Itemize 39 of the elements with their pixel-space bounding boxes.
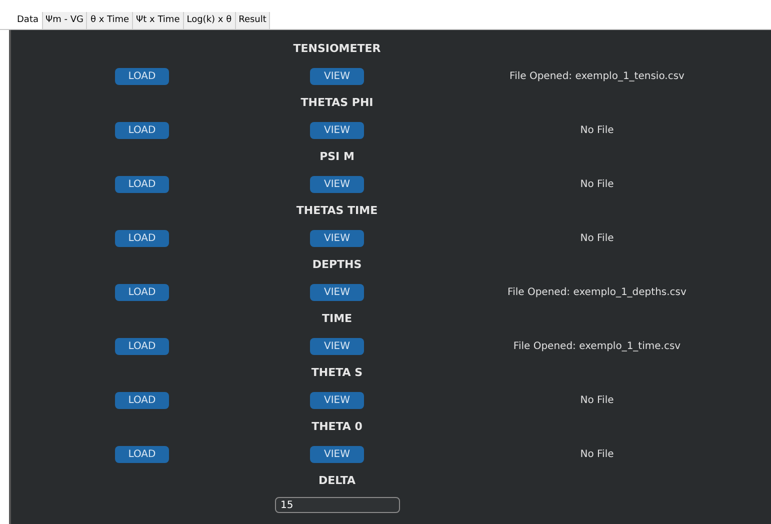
view-button[interactable]: VIEW xyxy=(310,230,364,246)
tab[interactable]: Ψm - VG xyxy=(42,12,88,29)
section-heading: TENSIOMETER xyxy=(293,40,381,57)
view-button[interactable]: VIEW xyxy=(310,68,364,84)
tab[interactable]: Result xyxy=(236,12,270,29)
delta-field[interactable]: 15 xyxy=(274,497,400,513)
file-status: No File xyxy=(580,124,614,138)
section-heading: THETA 0 xyxy=(312,418,362,435)
section-heading: DEPTHS xyxy=(312,256,362,273)
load-button[interactable]: LOAD xyxy=(115,338,169,354)
file-status: File Opened: exemplo_1_depths.csv xyxy=(508,286,686,300)
section-heading: PSI M xyxy=(320,148,354,165)
tab[interactable]: θ x Time xyxy=(87,12,134,29)
view-button[interactable]: VIEW xyxy=(310,176,364,192)
view-button[interactable]: VIEW xyxy=(310,446,364,462)
section-heading: DELTA xyxy=(318,472,356,489)
section-heading: THETAS PHI xyxy=(300,94,374,111)
file-status: No File xyxy=(580,394,614,408)
file-status: No File xyxy=(580,178,614,192)
file-status: File Opened: exemplo_1_tensio.csv xyxy=(510,70,684,84)
load-button[interactable]: LOAD xyxy=(115,446,169,462)
tab[interactable]: Ψt x Time xyxy=(133,12,184,29)
section-heading: THETAS TIME xyxy=(296,202,378,219)
view-button[interactable]: VIEW xyxy=(310,392,364,408)
file-status: No File xyxy=(580,448,614,462)
file-status: No File xyxy=(580,232,614,246)
load-button[interactable]: LOAD xyxy=(115,68,169,84)
load-button[interactable]: LOAD xyxy=(115,284,169,300)
load-button[interactable]: LOAD xyxy=(115,392,169,408)
load-button[interactable]: LOAD xyxy=(115,230,169,246)
section-heading: THETA S xyxy=(311,364,363,381)
view-button[interactable]: VIEW xyxy=(310,338,364,354)
tab[interactable]: Log(k) x θ xyxy=(184,12,236,29)
view-button[interactable]: VIEW xyxy=(310,284,364,300)
load-button[interactable]: LOAD xyxy=(115,176,169,192)
section-heading: TIME xyxy=(322,310,352,327)
view-button[interactable]: VIEW xyxy=(310,122,364,138)
file-status: File Opened: exemplo_1_time.csv xyxy=(513,340,681,354)
load-button[interactable]: LOAD xyxy=(115,122,169,138)
